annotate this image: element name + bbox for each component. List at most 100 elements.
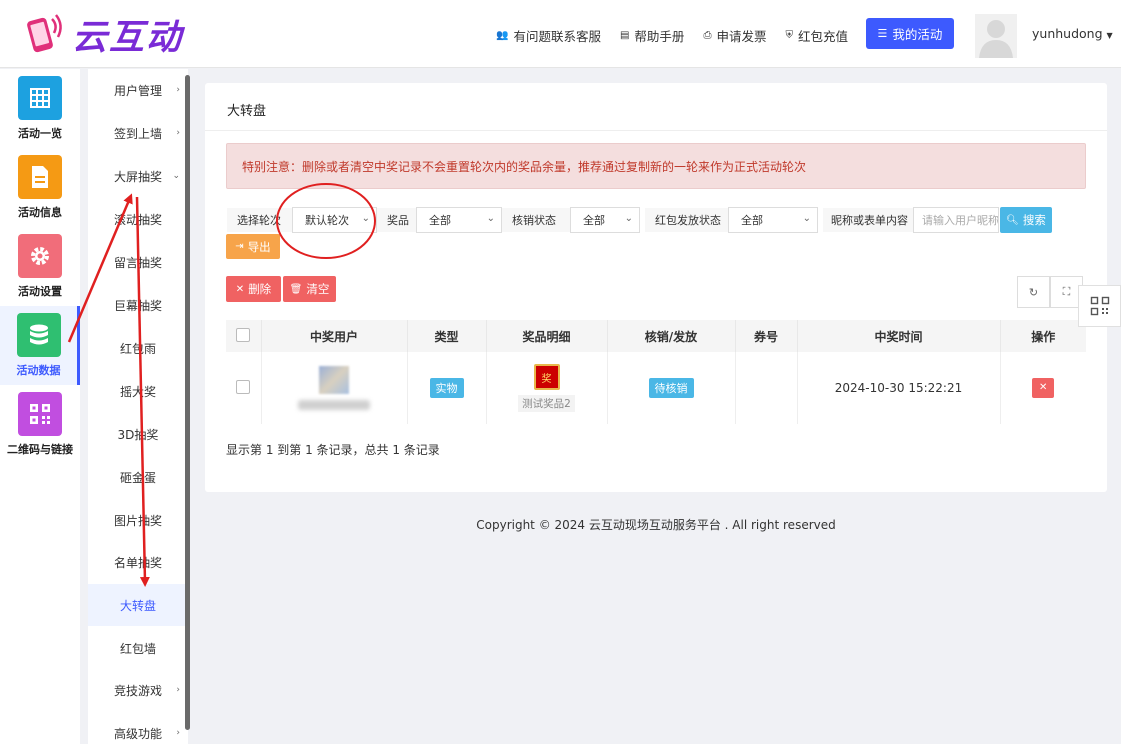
verify-status-select[interactable]: 全部 ⌄ [570,207,640,233]
logo-text: 云互动 [72,18,184,58]
redpack-status-select[interactable]: 全部 ⌄ [728,207,818,233]
chevron-right-icon: › [176,728,180,738]
sidebar-scrollbar[interactable] [185,75,190,730]
column-header[interactable]: 中奖时间 [797,320,1001,352]
top-header: 云互动 👥 有问题联系客服 ▤ 帮助手册 ⎙ 申请发票 ⛨ 红包充值 ☰ 我的活动 yun… [0,0,1121,68]
divider [205,130,1107,131]
caret-down-icon: ▼ [1106,31,1113,40]
sidebar-item-label: 活动设置 [18,285,62,298]
fullscreen-icon: ⛶ [1062,285,1071,298]
export-button[interactable]: ⇥ 导出 [226,234,280,259]
sidebar-item-label: 二维码与链接 [7,443,73,456]
document-icon [18,155,62,199]
action-cell: ✕ [1000,352,1086,424]
column-header[interactable]: 奖品明细 [486,320,608,352]
sidebar-item-activity-settings[interactable]: 活动设置 [0,227,80,306]
redpack-status-label: 红包发放状态 [645,208,729,232]
gear-icon [18,234,62,278]
delete-row-button[interactable]: ✕ [1032,378,1055,398]
floating-qrcode-button[interactable] [1078,285,1121,327]
database-icon [16,313,61,357]
sidebar-item-qrcode-links[interactable]: 二维码与链接 [0,385,80,464]
subnav-red-envelope-rain[interactable]: 红包雨 [88,328,188,368]
subnav-message-lottery[interactable]: 留言抽奖 [88,242,188,282]
export-icon: ⇥ [235,241,244,252]
sidebar-item-activity-info[interactable]: 活动信息 [0,148,80,227]
prize-select[interactable]: 全部 ⌄ [416,207,502,233]
chevron-right-icon: › [176,685,180,695]
column-header[interactable]: 券号 [735,320,798,352]
nav-invoice[interactable]: ⎙ 申请发票 [703,26,766,45]
subnav-advanced-features[interactable]: 高级功能 › [88,713,188,744]
sidebar-item-label: 活动数据 [16,364,61,377]
subnav-list-lottery[interactable]: 名单抽奖 [88,542,188,582]
subnav-image-lottery[interactable]: 图片抽奖 [88,500,188,540]
nav-contact-support[interactable]: 👥 有问题联系客服 [496,26,601,45]
avatar[interactable] [975,14,1017,58]
user-name-blurred [298,400,370,410]
secondary-sidebar: 用户管理 › 签到上墙 › 大屏抽奖 ⌄ 滚动抽奖 留言抽奖 巨幕抽奖 红包雨 摇大奖… [88,69,188,744]
row-select-cell [226,352,262,424]
logo[interactable]: 云互动 [18,9,183,60]
nav-redpack-recharge[interactable]: ⛨ 红包充值 [785,26,848,45]
winner-user-cell [261,352,408,424]
winners-table: 中奖用户 类型 奖品明细 核销/发放 券号 中奖时间 操作 实物 奖测试奖品2 … [226,320,1086,424]
shield-check-icon: ⛨ [785,30,793,41]
refresh-icon: ↻ [1028,285,1039,299]
prize-image: 奖 [533,364,560,390]
subnav-giant-screen-lottery[interactable]: 巨幕抽奖 [88,285,188,325]
qrcode-icon [18,392,62,436]
user-plus-icon: 👥 [496,30,509,41]
table-header-row: 中奖用户 类型 奖品明细 核销/发放 券号 中奖时间 操作 [226,320,1086,352]
status-badge[interactable]: 待核销 [648,378,694,398]
chevron-down-icon: ⌄ [624,213,633,224]
refresh-button[interactable]: ↻ [1017,276,1050,308]
subnav-golden-egg[interactable]: 砸金蛋 [88,457,188,497]
phone-logo-icon [27,13,62,52]
type-badge: 实物 [429,378,464,398]
column-header[interactable]: 类型 [407,320,487,352]
top-nav: 👥 有问题联系客服 ▤ 帮助手册 ⎙ 申请发票 ⛨ 红包充值 [496,26,867,45]
subnav-big-screen-lottery[interactable]: 大屏抽奖 ⌄ [88,156,188,196]
subnav-big-wheel[interactable]: 大转盘 [88,584,188,626]
subnav-competitive-games[interactable]: 竞技游戏 › [88,670,188,710]
warning-notice: 特别注意：删除或者清空中奖记录不会重置轮次内的奖品余量，推荐通过复制新的一轮来作… [226,143,1086,189]
subnav-checkin-wall[interactable]: 签到上墙 › [88,113,188,153]
keyword-label: 昵称或表单内容 [823,208,913,232]
type-cell: 实物 [407,352,487,424]
main-panel: 大转盘 特别注意：删除或者清空中奖记录不会重置轮次内的奖品余量，推荐通过复制新的… [205,83,1107,492]
select-all-checkbox[interactable] [236,327,251,342]
sidebar-item-activity-list[interactable]: 活动一览 [0,69,80,148]
row-checkbox[interactable] [236,379,251,394]
printer-icon: ⎙ [703,30,712,41]
user-avatar-blurred [319,366,349,394]
footer-copyright: Copyright © 2024 云互动现场互动服务平台 . All right… [476,518,836,532]
subnav-red-envelope-wall[interactable]: 红包墙 [88,628,188,668]
chevron-down-icon: ⌄ [361,213,370,224]
page-title: 大转盘 [227,104,267,119]
subnav-scroll-lottery[interactable]: 滚动抽奖 [88,199,188,239]
prize-name: 测试奖品2 [518,395,575,412]
subnav-3d-lottery[interactable]: 3D抽奖 [88,414,188,454]
round-select[interactable]: 默认轮次 ⌄ [292,207,377,233]
search-button[interactable]: 🔍︎ 搜索 [1000,207,1052,233]
primary-sidebar: 活动一览 活动信息 活动设置 活动数据 二维码与链接 [0,69,80,744]
sidebar-item-activity-data[interactable]: 活动数据 [0,306,80,385]
delete-button[interactable]: ✕ 删除 [226,276,281,302]
column-header[interactable]: 中奖用户 [261,320,408,352]
username-dropdown[interactable]: yunhudong ▼ [1032,26,1113,41]
status-cell: 待核销 [607,352,736,424]
chevron-right-icon: › [176,128,180,138]
clear-button[interactable]: 🗑︎ 清空 [283,276,336,302]
subnav-shake-prize[interactable]: 摇大奖 [88,371,188,411]
table-row: 实物 奖测试奖品2 待核销 2024-10-30 15:22:21 ✕ [226,352,1086,424]
sidebar-item-label: 活动信息 [18,206,62,219]
nav-help-manual[interactable]: ▤ 帮助手册 [620,26,684,45]
list-icon: ☰ [877,27,888,40]
subnav-user-management[interactable]: 用户管理 › [88,70,188,110]
my-activity-button[interactable]: ☰ 我的活动 [866,18,954,49]
prize-cell: 奖测试奖品2 [486,352,608,424]
trash-icon: 🗑︎ [289,283,303,295]
column-header[interactable]: 核销/发放 [607,320,736,352]
keyword-input[interactable]: 请输入用户昵称 [913,207,999,233]
